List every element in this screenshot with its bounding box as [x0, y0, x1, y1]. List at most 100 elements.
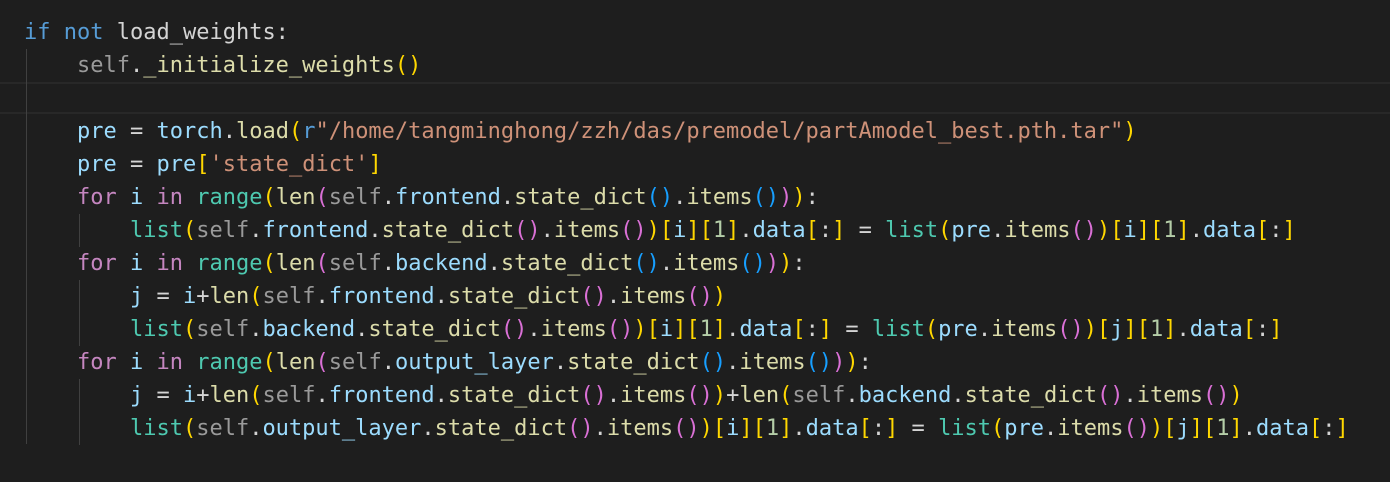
code-token: self: [328, 185, 382, 210]
code-token: items: [1057, 416, 1124, 441]
code-token: .: [129, 53, 144, 78]
code-token: [: [1256, 218, 1270, 243]
code-token: ): [712, 284, 727, 309]
code-token: (): [1203, 383, 1230, 408]
code-token: items: [606, 416, 674, 441]
code-line[interactable]: list(self.frontend.state_dict().items())…: [24, 214, 1296, 247]
code-token: .: [726, 317, 740, 342]
code-token: ]: [686, 218, 700, 243]
code-line[interactable]: for i in range(len(self.output_layer.sta…: [24, 346, 872, 379]
code-token: [: [1163, 416, 1177, 441]
code-token: (: [182, 416, 197, 441]
code-token: ): [1229, 383, 1243, 408]
code-token: [: [699, 218, 713, 243]
code-token: i: [129, 350, 144, 375]
code-token: ]: [1229, 416, 1243, 441]
code-token: ): [832, 350, 846, 375]
code-line[interactable]: j = i+len(self.frontend.state_dict().ite…: [24, 280, 726, 313]
code-token: .: [249, 218, 263, 243]
code-token: pre: [1004, 416, 1045, 441]
code-token: state_dict: [500, 251, 634, 276]
code-token: load_weights:: [103, 20, 289, 45]
code-line[interactable]: for i in range(len(self.backend.state_di…: [24, 247, 806, 280]
code-token: list: [938, 416, 992, 441]
code-token: (): [394, 53, 422, 78]
code-token: .: [606, 383, 621, 408]
code-token: frontend: [328, 284, 435, 309]
code-token: =: [845, 218, 886, 243]
code-token: [: [1110, 218, 1124, 243]
code-token: (: [182, 218, 197, 243]
code-token: ): [1150, 416, 1164, 441]
code-token: (: [262, 350, 276, 375]
code-token: .: [1123, 383, 1137, 408]
code-token: (): [1070, 218, 1098, 243]
code-token: (: [288, 119, 303, 144]
code-token: =: [898, 416, 939, 441]
code-line[interactable]: pre = pre['state_dict']: [24, 148, 382, 181]
code-token: not: [63, 20, 104, 45]
code-token: .: [739, 218, 753, 243]
code-token: output_layer: [394, 350, 554, 375]
code-token: [: [1203, 416, 1217, 441]
code-token: .: [977, 317, 992, 342]
code-token: [: [805, 218, 819, 243]
code-token: items: [991, 317, 1058, 342]
code-token: ]: [1136, 218, 1151, 243]
code-token: frontend: [328, 383, 435, 408]
code-token: ]: [1269, 317, 1283, 342]
code-token: :: [1256, 317, 1270, 342]
code-token: [: [1136, 317, 1151, 342]
code-token: 1: [712, 218, 727, 243]
code-line[interactable]: list(self.backend.state_dict().items())[…: [24, 313, 1283, 346]
code-token: items: [673, 251, 740, 276]
code-token: range: [196, 350, 263, 375]
code-token: ): [1123, 119, 1137, 144]
code-token: (: [262, 185, 276, 210]
code-token: +: [196, 284, 210, 309]
code-token: 1: [1150, 317, 1164, 342]
code-token: (: [315, 251, 329, 276]
code-token: len: [275, 251, 316, 276]
code-token: (): [620, 218, 647, 243]
code-line[interactable]: pre = torch.load(r"/home/tangminghong/zz…: [24, 115, 1137, 148]
code-token: in: [156, 251, 183, 276]
code-token: ]: [739, 416, 753, 441]
code-line[interactable]: j = i+len(self.frontend.state_dict().ite…: [24, 379, 1243, 412]
code-token: ): [712, 383, 727, 408]
code-token: len: [275, 185, 316, 210]
code-token: pre: [76, 119, 117, 144]
code-line[interactable]: self._initialize_weights(): [24, 49, 421, 82]
code-editor[interactable]: if not load_weights: self._initialize_we…: [0, 0, 1390, 482]
code-token: state_dict: [447, 284, 581, 309]
code-token: .: [500, 185, 515, 210]
code-token: :: [805, 185, 819, 210]
code-line[interactable]: for i in range(len(self.frontend.state_d…: [24, 181, 819, 214]
code-token: (: [315, 185, 329, 210]
code-token: [: [1242, 317, 1257, 342]
code-token: j: [1176, 416, 1190, 441]
code-token: [: [659, 218, 674, 243]
code-token: (: [924, 317, 939, 342]
code-token: ): [765, 251, 780, 276]
code-token: i: [726, 416, 740, 441]
code-token: 1: [1163, 218, 1177, 243]
code-token: ): [633, 317, 647, 342]
code-line[interactable]: list(self.output_layer.state_dict().item…: [24, 412, 1349, 445]
code-line[interactable]: if not load_weights:: [24, 16, 289, 49]
code-token: ]: [1189, 416, 1204, 441]
code-token: .: [487, 251, 501, 276]
code-token: for: [76, 350, 117, 375]
code-token: (): [500, 317, 528, 342]
